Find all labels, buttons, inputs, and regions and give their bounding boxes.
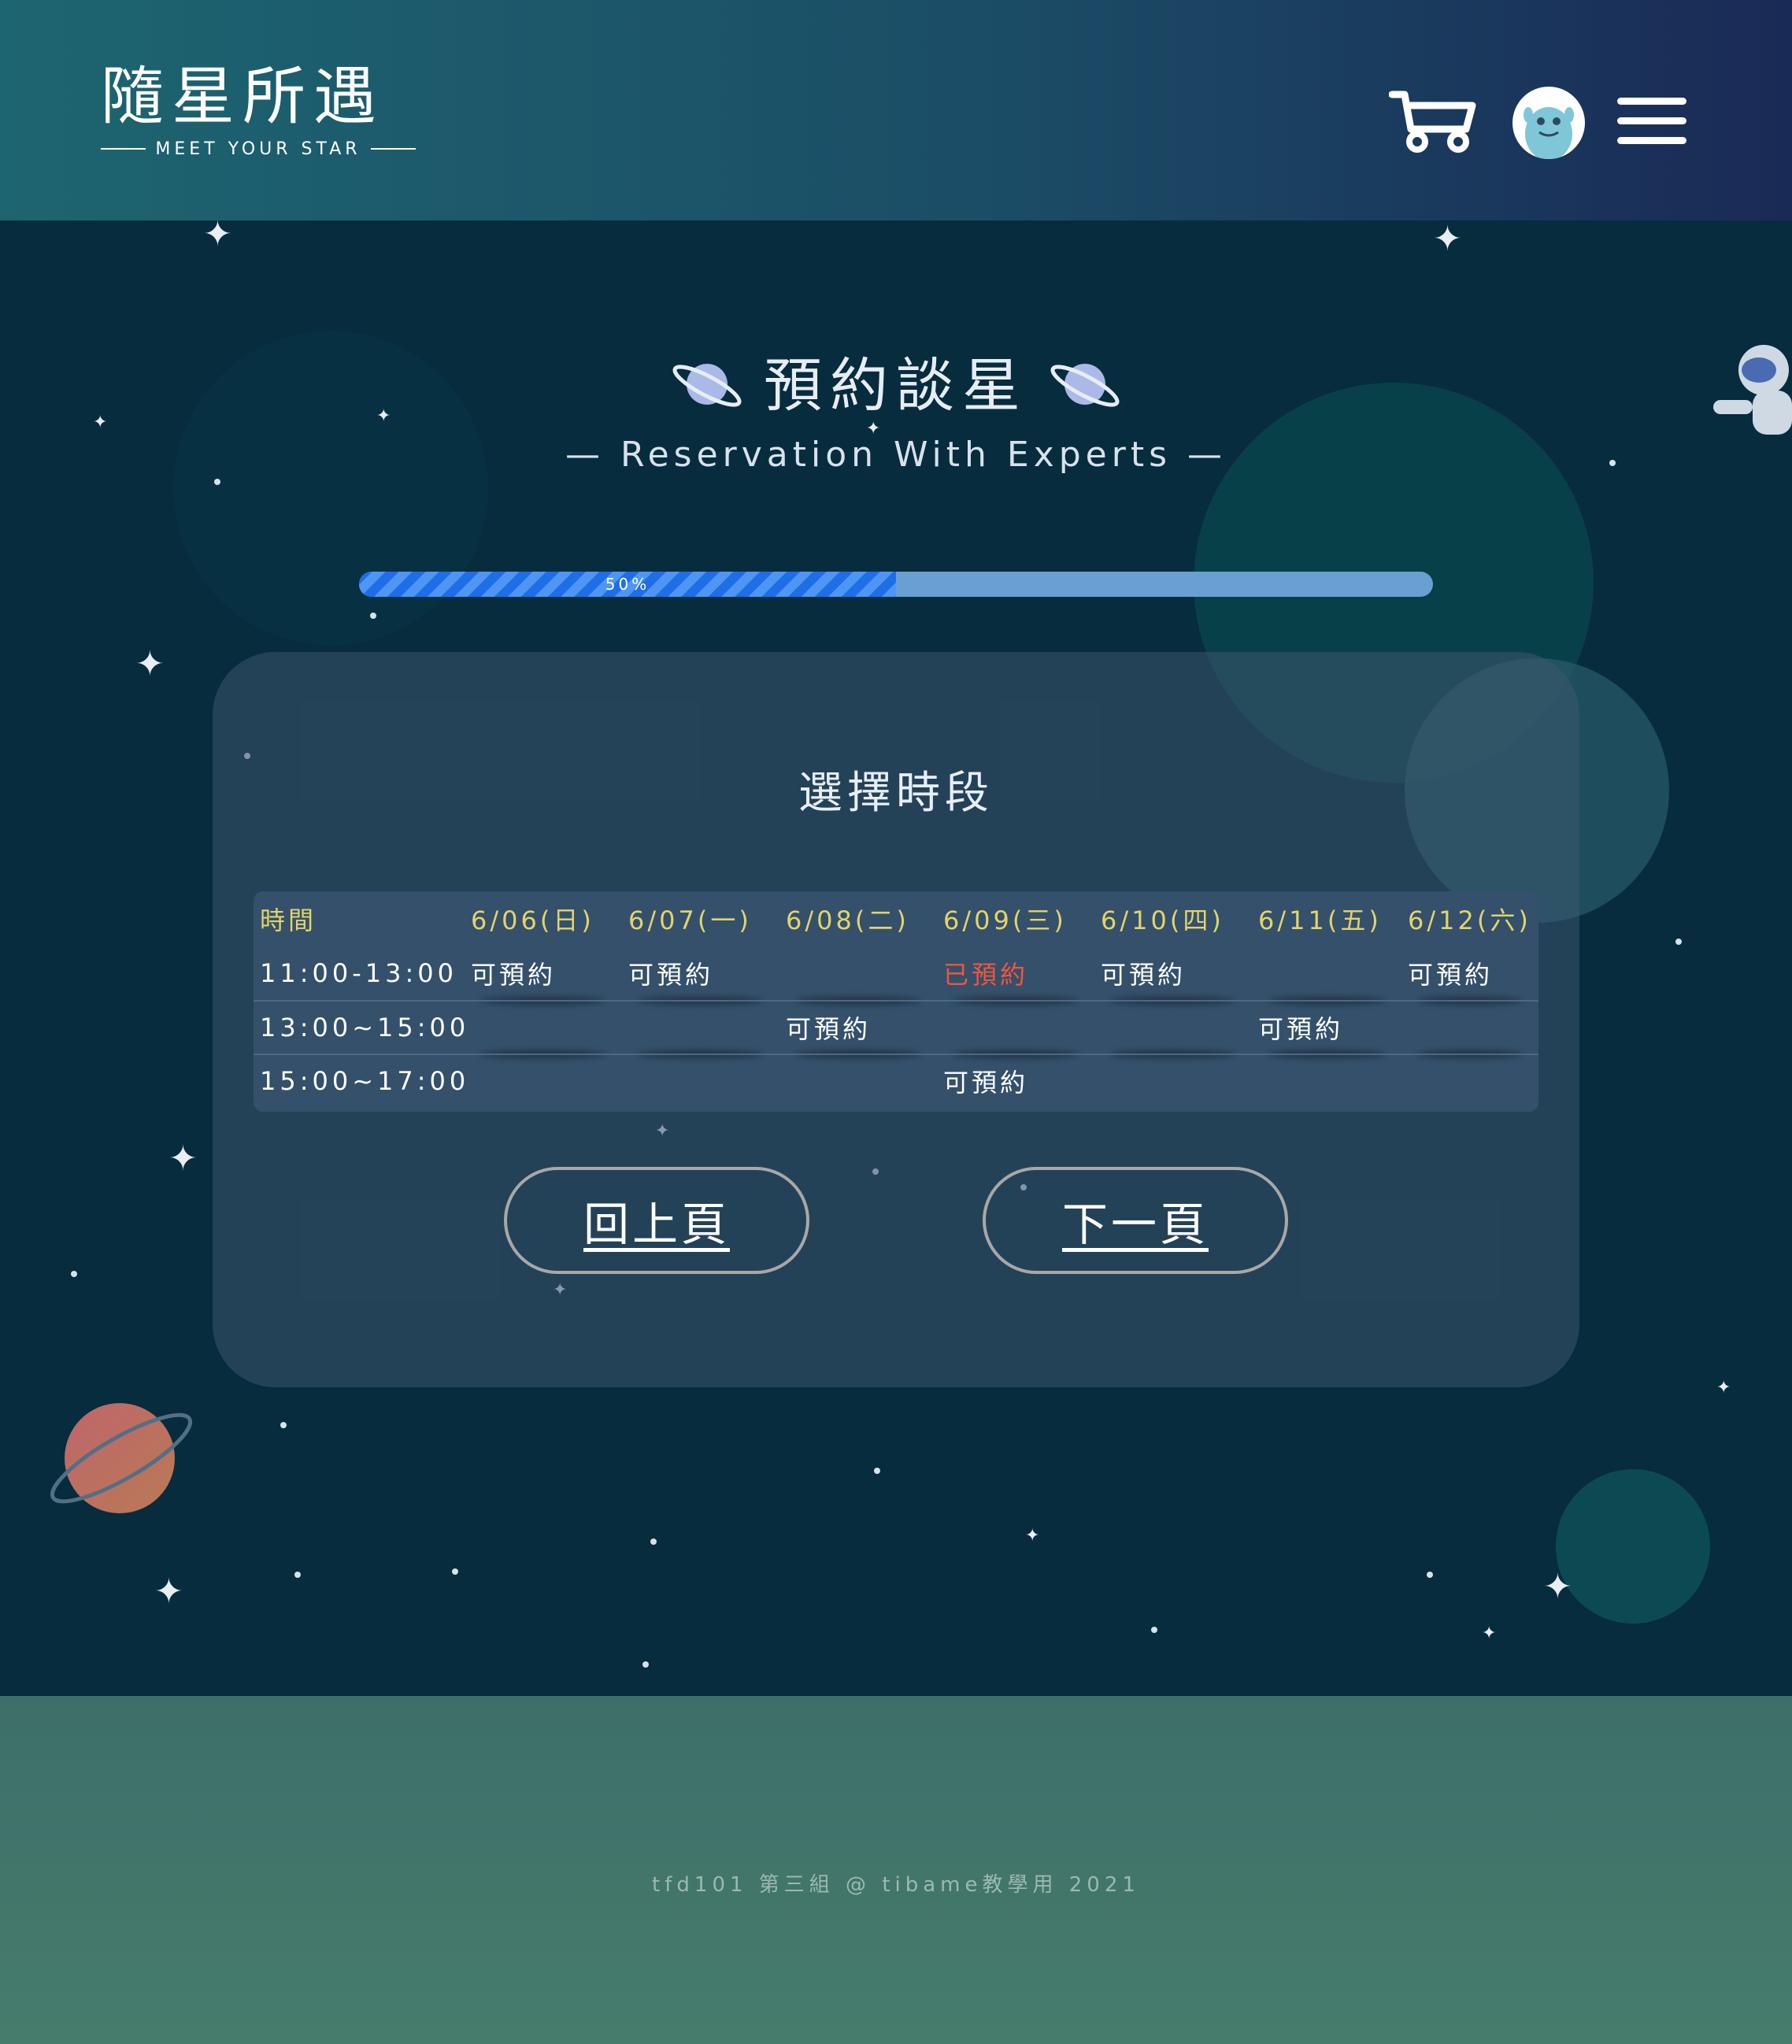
star-icon: ✦ (1716, 1378, 1731, 1398)
star-dot (452, 1568, 458, 1575)
logo-subtitle-text: MEET YOUR STAR (155, 139, 361, 159)
planet-icon (1050, 364, 1120, 407)
next-page-button[interactable]: 下一頁 (983, 1167, 1288, 1274)
star-dot (1427, 1572, 1433, 1578)
star-dot (1675, 939, 1682, 945)
slot-cell (622, 1055, 779, 1107)
progress-label: 50% (605, 575, 650, 594)
date-header: 6/06(日) (471, 905, 594, 935)
star-dot (280, 1422, 287, 1428)
planet-icon (672, 364, 742, 407)
date-header: 6/08(二) (786, 905, 909, 935)
slot-cell (622, 1002, 779, 1053)
slot-cell[interactable]: 可預約 (1252, 1002, 1401, 1053)
slot-cell (465, 1002, 622, 1053)
star-dot (874, 1468, 880, 1474)
slot-cell (1252, 1055, 1401, 1107)
cart-icon[interactable] (1389, 88, 1477, 154)
star-dot (71, 1271, 77, 1277)
star-icon: ✦ (1433, 219, 1462, 259)
slot-cell-booked: 已預約 (937, 946, 1094, 1000)
slot-cell (1401, 1002, 1538, 1053)
slot-cell (779, 946, 937, 1000)
star-icon: ✦ (1543, 1567, 1572, 1607)
slot-cell (1094, 1055, 1252, 1107)
date-header: 6/07(一) (628, 905, 752, 935)
table-row: 11:00-13:00 可預約 可預約 已預約 可預約 可預約 (254, 946, 1538, 1000)
time-slot-label: 13:00~15:00 (260, 1013, 470, 1042)
slot-cell (1094, 1002, 1252, 1053)
date-header: 6/12(六) (1408, 905, 1531, 935)
star-icon: ✦ (203, 214, 232, 254)
star-icon: ✦ (168, 1139, 198, 1179)
site-header: 隨星所遇 MEET YOUR STAR (0, 0, 1792, 220)
page-subtitle: — Reservation With Experts — (565, 435, 1227, 475)
previous-page-button[interactable]: 回上頁 (504, 1167, 809, 1274)
logo-subtitle: MEET YOUR STAR (101, 137, 416, 161)
date-header: 6/09(三) (943, 905, 1067, 935)
slot-cell[interactable]: 可預約 (622, 946, 779, 1000)
site-logo[interactable]: 隨星所遇 MEET YOUR STAR (101, 61, 416, 162)
slot-cell (1401, 1055, 1538, 1107)
slot-cell[interactable]: 可預約 (779, 1002, 937, 1053)
logo-title: 隨星所遇 (101, 60, 384, 133)
site-footer: tfd101 第三組 @ tibame教學用 2021 (0, 1696, 1792, 2044)
slot-cell (1252, 946, 1401, 1000)
slot-cell (779, 1055, 937, 1107)
schedule-card: 選擇時段 時間 6/06(日) 6/07(一) 6/08(二) 6/09(三) … (213, 652, 1579, 1387)
progress-bar: 50% (359, 572, 1433, 597)
time-slot-label: 11:00-13:00 (260, 958, 457, 988)
ringed-planet-icon (50, 1403, 193, 1513)
schedule-heading: 選擇時段 (798, 768, 994, 819)
page-title: 預約談星 (764, 352, 1028, 420)
slot-cell[interactable]: 可預約 (937, 1055, 1094, 1107)
table-row: 13:00~15:00 可預約 可預約 (254, 1000, 1538, 1053)
star-icon: ✦ (1482, 1624, 1497, 1643)
star-icon: ✦ (135, 644, 165, 684)
menu-icon[interactable] (1617, 98, 1686, 145)
slot-cell[interactable]: 可預約 (1094, 946, 1252, 1000)
star-dot (294, 1572, 301, 1578)
star-dot (1151, 1627, 1157, 1633)
slot-cell[interactable]: 可預約 (465, 946, 622, 1000)
slot-cell (465, 1055, 622, 1107)
star-dot (642, 1661, 649, 1668)
star-dot (650, 1539, 657, 1545)
user-avatar[interactable] (1512, 87, 1585, 159)
table-header-row: 時間 6/06(日) 6/07(一) 6/08(二) 6/09(三) 6/10(… (254, 891, 1538, 946)
time-column-header: 時間 (260, 905, 317, 935)
date-header: 6/11(五) (1258, 905, 1382, 935)
schedule-table: 時間 6/06(日) 6/07(一) 6/08(二) 6/09(三) 6/10(… (254, 891, 1538, 1112)
star-dot (214, 479, 220, 485)
slot-cell[interactable]: 可預約 (1401, 946, 1538, 1000)
star-dot (370, 613, 376, 619)
date-header: 6/10(四) (1101, 905, 1224, 935)
decorative-circle (1556, 1469, 1710, 1624)
slot-cell (937, 1002, 1094, 1053)
star-icon: ✦ (154, 1572, 183, 1612)
star-icon: ✦ (1025, 1526, 1040, 1546)
table-row: 15:00~17:00 可預約 (254, 1053, 1538, 1107)
avatar-icon (1524, 107, 1574, 159)
time-slot-label: 15:00~17:00 (260, 1066, 470, 1096)
footer-copyright: tfd101 第三組 @ tibame教學用 2021 (652, 1873, 1140, 1897)
